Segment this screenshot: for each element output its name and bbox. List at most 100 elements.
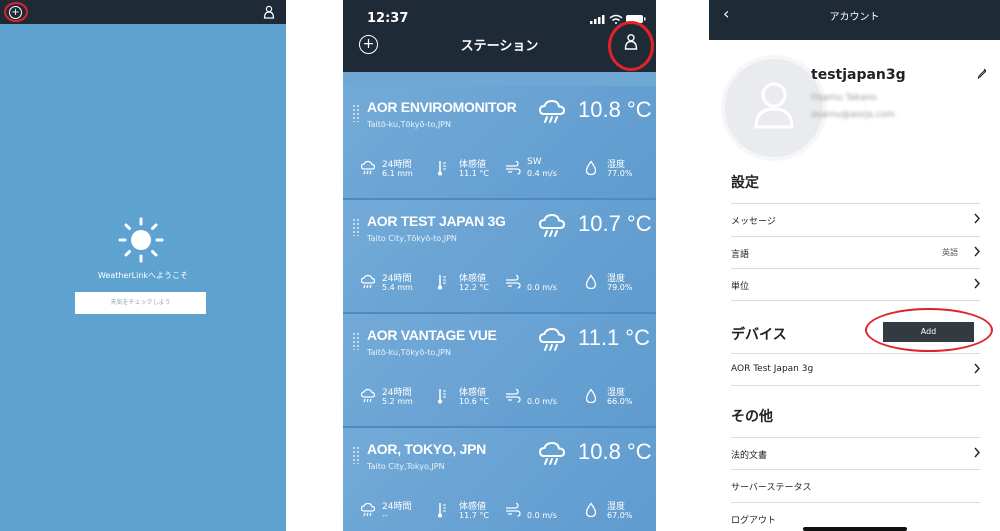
stat-value: 5.2 mm	[382, 397, 413, 406]
account-screen: ‹ アカウント testjapan3g Osamu Takano osamu@a…	[709, 0, 1000, 531]
thermometer-icon	[438, 275, 446, 290]
weather-condition-icon	[537, 211, 567, 245]
stat-value: 12.2 °C	[459, 283, 489, 292]
drag-handle[interactable]	[352, 446, 360, 464]
chevron-right-icon	[974, 246, 980, 257]
welcome-screen: + WeatherLinkへようこそ 天気をチェックしよう	[0, 0, 286, 531]
stat-value: 5.4 mm	[382, 283, 413, 292]
username: testjapan3g	[811, 67, 906, 83]
rain-icon	[360, 160, 376, 175]
thermometer-icon	[438, 503, 446, 518]
rain-cloud-icon	[538, 441, 566, 465]
check-weather-button[interactable]: 天気をチェックしよう	[75, 292, 206, 314]
station-temperature: 10.8 °C	[578, 439, 652, 464]
wind-icon	[506, 274, 521, 289]
person-icon	[754, 82, 794, 129]
station-name: AOR VANTAGE VUE	[367, 327, 497, 343]
stat-value: 0.0 m/s	[527, 511, 557, 520]
humidity-drop-icon	[585, 160, 597, 176]
chevron-right-icon	[974, 363, 980, 374]
station-temperature: 10.7 °C	[578, 211, 652, 236]
row-label: 単位	[731, 282, 750, 292]
station-card[interactable]: AOR ENVIROMONITOR Taitō-ku,Tōkyō-to,JPN 10…	[343, 86, 656, 200]
station-card[interactable]: AOR, TOKYO, JPN Taito City,Tokyo,JPN 10.8 …	[343, 428, 656, 531]
rain-icon	[360, 502, 376, 517]
wind-icon	[506, 388, 521, 403]
station-name: AOR TEST JAPAN 3G	[367, 213, 506, 229]
thermometer-icon	[438, 161, 446, 176]
station-temperature: 11.1 °C	[578, 325, 650, 350]
station-location: Taitō-ku,Tōkyō-to,JPN	[367, 120, 451, 129]
row-label: メッセージ	[731, 217, 776, 227]
wind-icon	[506, 160, 521, 175]
station-name: AOR ENVIROMONITOR	[367, 99, 517, 115]
settings-row-language[interactable]: 言語 英語	[731, 236, 980, 269]
stat-value: 11.7 °C	[459, 511, 489, 520]
sun-icon	[118, 217, 164, 263]
drag-handle[interactable]	[352, 218, 360, 236]
row-label: AOR Test Japan 3g	[731, 364, 814, 374]
highlight-circle	[865, 308, 993, 352]
other-row-legal[interactable]: 法的文書	[731, 437, 980, 470]
stat-value: 0.0 m/s	[527, 283, 557, 292]
row-value: 英語	[942, 248, 958, 257]
top-bar	[0, 0, 286, 24]
account-name-blurred: Osamu Takano	[811, 93, 877, 103]
rain-cloud-icon	[538, 327, 566, 351]
stat-value: 10.6 °C	[459, 397, 489, 406]
stat-value: 0.4 m/s	[527, 169, 557, 178]
devices-heading: デバイス	[731, 327, 787, 343]
row-label: ログアウト	[731, 516, 777, 526]
humidity-drop-icon	[585, 274, 597, 290]
edit-pencil-icon[interactable]	[977, 68, 987, 79]
rain-cloud-icon	[538, 213, 566, 237]
humidity-drop-icon	[585, 388, 597, 404]
rain-icon	[360, 388, 376, 403]
wind-icon	[506, 502, 521, 517]
status-time: 12:37	[367, 11, 409, 26]
other-row-server-status[interactable]: サーバーステータス	[731, 469, 980, 502]
stat-value: 6.1 mm	[382, 169, 413, 178]
rain-cloud-icon	[538, 99, 566, 123]
row-label: サーバーステータス	[731, 483, 812, 493]
stations-screen: 12:37 + ステーション AOR ENVIROMONITOR Taitō-ku…	[343, 0, 656, 531]
stat-value: --	[382, 511, 388, 520]
rain-icon	[360, 274, 376, 289]
stat-value: 79.0%	[607, 283, 633, 292]
drag-handle[interactable]	[352, 332, 360, 350]
chevron-right-icon	[974, 278, 980, 289]
page-title: アカウント	[829, 12, 880, 23]
stat-value: 66.0%	[607, 397, 633, 406]
settings-row-units[interactable]: 単位	[731, 268, 980, 301]
highlight-circle	[4, 2, 28, 22]
highlight-circle	[608, 21, 654, 71]
stat-value: 0.0 m/s	[527, 397, 557, 406]
stat-value: 11.1 °C	[459, 169, 489, 178]
chevron-right-icon	[974, 447, 980, 458]
welcome-text: WeatherLinkへようこそ	[97, 271, 189, 280]
weather-condition-icon	[537, 325, 567, 359]
station-location: Taito City,Tokyo,JPN	[367, 462, 445, 471]
row-label: 言語	[731, 250, 750, 260]
station-card[interactable]: AOR VANTAGE VUE Taitō-ku,Tōkyō-to,JPN 11.1…	[343, 314, 656, 428]
station-location: Taitō-ku,Tōkyō-to,JPN	[367, 348, 451, 357]
drag-handle[interactable]	[352, 104, 360, 122]
station-temperature: 10.8 °C	[578, 97, 652, 122]
device-row[interactable]: AOR Test Japan 3g	[731, 353, 980, 386]
account-email-blurred: osamu@aorja.com	[811, 110, 896, 120]
settings-heading: 設定	[731, 175, 759, 191]
station-card[interactable]: AOR TEST JAPAN 3G Taito City,Tōkyō-to,JPN…	[343, 200, 656, 314]
weather-condition-icon	[537, 97, 567, 131]
thermometer-icon	[438, 389, 446, 404]
row-label: 法的文書	[731, 451, 768, 461]
humidity-drop-icon	[585, 502, 597, 518]
stat-label: SW	[527, 157, 542, 167]
stat-value: 67.0%	[607, 511, 633, 520]
home-indicator	[803, 527, 907, 531]
weather-condition-icon	[537, 439, 567, 473]
station-name: AOR, TOKYO, JPN	[367, 441, 486, 457]
chevron-right-icon	[974, 213, 980, 224]
stat-value: 77.0%	[607, 169, 633, 178]
settings-row-messages[interactable]: メッセージ	[731, 203, 980, 236]
account-icon[interactable]	[263, 5, 275, 19]
